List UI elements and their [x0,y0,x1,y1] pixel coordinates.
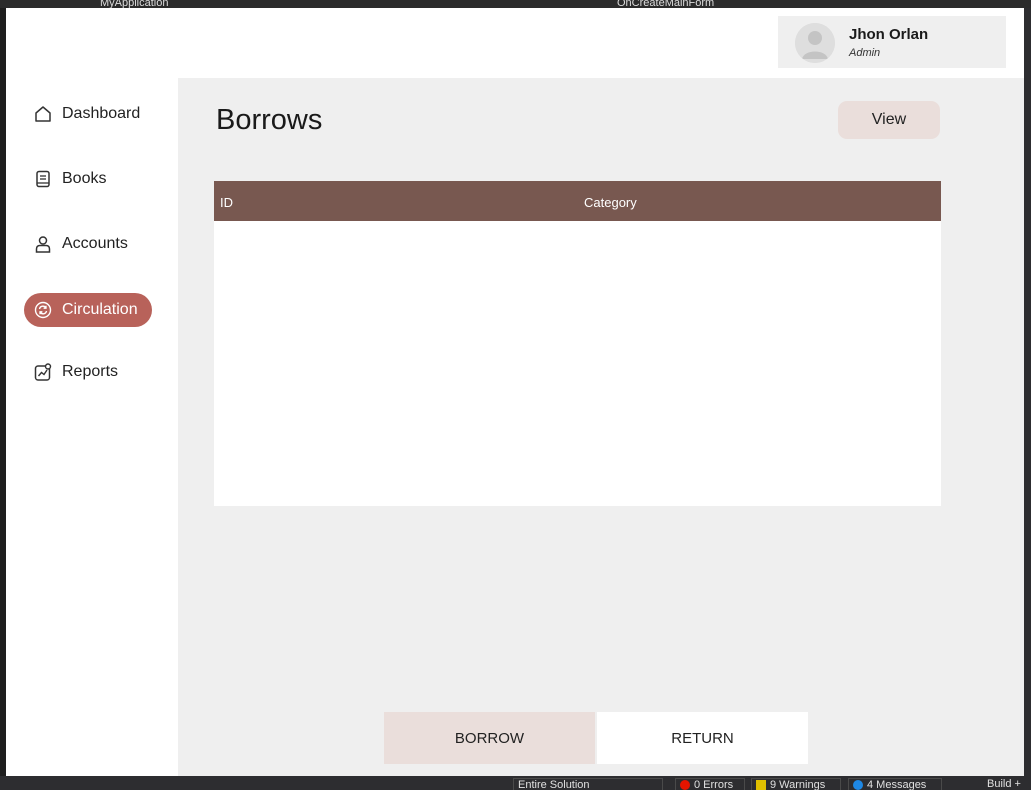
app-window: Jhon Orlan Admin Dashboard Books Account… [6,8,1024,776]
ide-member-label: OnCreateMainForm [617,0,715,8]
sidebar-item-circulation[interactable]: Circulation [24,293,152,327]
error-icon [680,780,690,790]
user-role: Admin [849,47,881,59]
return-button[interactable]: RETURN [597,712,808,764]
user-icon [34,235,52,253]
column-header-id[interactable]: ID [220,195,233,210]
sidebar-item-label: Circulation [62,301,138,318]
ide-project-label: MyApplication [100,0,169,8]
home-icon [34,105,52,123]
sidebar-item-books[interactable]: Books [24,162,152,196]
ide-top-strip: MyApplication OnCreateMainForm [0,0,1031,8]
refresh-icon [34,301,52,319]
book-icon [34,170,52,188]
sidebar-item-label: Accounts [62,235,128,252]
ide-messages-filter[interactable]: 4 Messages [848,778,942,790]
sidebar-item-label: Reports [62,363,119,380]
warning-icon [756,780,766,790]
sidebar: Dashboard Books Accounts Circulation Rep… [6,78,178,776]
ide-warnings-filter[interactable]: 9 Warnings [751,778,841,790]
chart-icon [34,363,52,381]
ide-errors-filter[interactable]: 0 Errors [675,778,745,790]
sidebar-item-reports[interactable]: Reports [24,355,152,389]
sidebar-item-accounts[interactable]: Accounts [24,227,152,261]
user-card[interactable]: Jhon Orlan Admin [778,16,1006,68]
ide-warnings-label: 9 Warnings [770,779,826,790]
borrows-table[interactable]: ID Category [214,181,941,506]
info-icon [853,780,863,790]
ide-messages-label: 4 Messages [867,779,927,790]
borrow-button[interactable]: BORROW [384,712,595,764]
table-header: ID Category [214,181,941,221]
main-panel: Borrows View ID Category BORROW RETURN [178,78,1024,776]
ide-build-menu[interactable]: Build + [983,778,1031,790]
sidebar-item-label: Books [62,170,107,187]
header: Jhon Orlan Admin [6,8,1024,78]
user-name: Jhon Orlan [849,26,929,43]
user-avatar-icon [795,23,835,63]
ide-status-strip: Entire Solution 0 Errors 9 Warnings 4 Me… [0,776,1031,790]
sidebar-item-label: Dashboard [62,105,141,122]
view-button[interactable]: View [838,101,940,139]
ide-errors-label: 0 Errors [694,779,734,790]
ide-scope-select[interactable]: Entire Solution [513,778,663,790]
action-bar: BORROW RETURN [384,712,808,764]
column-header-category[interactable]: Category [584,195,637,210]
sidebar-item-dashboard[interactable]: Dashboard [24,97,152,131]
page-title: Borrows [216,104,323,136]
ide-right-strip [1024,8,1031,776]
